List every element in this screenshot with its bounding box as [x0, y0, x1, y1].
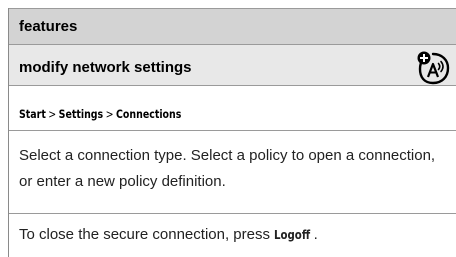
features-table: features modify network settings Start > S…	[8, 8, 456, 257]
feature-title: modify network settings	[19, 59, 192, 76]
table-header: features	[9, 8, 456, 45]
menu-path: Start > Settings > Connections	[19, 107, 181, 121]
menu-path-settings: Settings	[58, 107, 104, 121]
instruction-row: Select a connection type. Select a polic…	[9, 131, 456, 214]
menu-path-separator: >	[48, 107, 57, 121]
instruction-text: Select a connection type. Select a polic…	[19, 147, 436, 190]
menu-path-row: Start > Settings > Connections	[9, 86, 456, 131]
menu-path-separator: >	[105, 107, 114, 121]
menu-path-connections: Connections	[116, 107, 182, 121]
menu-path-start: Start	[19, 107, 46, 121]
feature-title-row: modify network settings	[9, 45, 456, 86]
closing-text: To close the secure connection, press Lo…	[19, 226, 318, 243]
logoff-key-label: Logoff	[274, 228, 311, 242]
closing-prefix: To close the secure connection, press	[19, 226, 275, 243]
network-antenna-icon	[417, 51, 450, 85]
closing-suffix: .	[313, 226, 318, 243]
table-header-title: features	[19, 18, 78, 35]
closing-row: To close the secure connection, press Lo…	[9, 214, 456, 257]
